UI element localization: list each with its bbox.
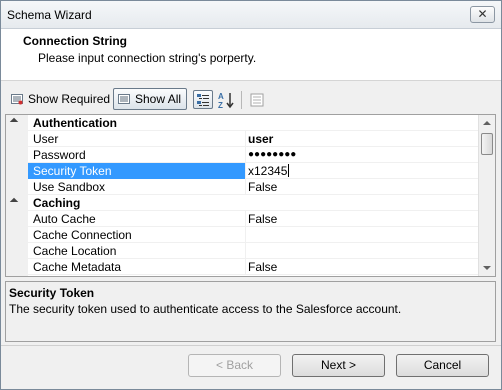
property-name: Security Token <box>33 164 112 178</box>
footer-separator <box>1 345 501 346</box>
category-label: Authentication <box>33 116 117 130</box>
property-row-cache-location[interactable]: Cache Location <box>28 243 480 259</box>
grid-scrollbar[interactable] <box>478 115 495 276</box>
property-value[interactable]: ●●●●●●●● <box>248 149 296 160</box>
schema-wizard-window: Schema Wizard ✕ Connection String Please… <box>0 0 502 390</box>
property-name: User <box>33 132 59 146</box>
categorized-icon <box>197 93 209 106</box>
property-row-user[interactable]: User user <box>28 131 480 147</box>
property-pages-button[interactable] <box>247 90 267 109</box>
property-row-security-token[interactable]: Security Token x12345 <box>28 163 480 179</box>
page-subtitle: Please input connection string's porpert… <box>38 51 257 65</box>
category-caching: Caching <box>28 195 480 211</box>
description-text: The security token used to authenticate … <box>9 302 402 316</box>
property-row-cache-connection[interactable]: Cache Connection <box>28 227 480 243</box>
property-value-editor[interactable]: x12345 <box>248 164 290 178</box>
property-value[interactable]: False <box>248 260 277 274</box>
property-name: Password <box>33 148 86 162</box>
close-icon: ✕ <box>477 7 488 21</box>
grid-gutter <box>6 115 28 276</box>
property-value[interactable]: user <box>248 132 273 146</box>
property-name: Cache Metadata <box>33 260 122 274</box>
title-bar: Schema Wizard ✕ <box>1 1 501 29</box>
scroll-thumb[interactable] <box>481 133 493 155</box>
property-row-password[interactable]: Password ●●●●●●●● <box>28 147 480 163</box>
scroll-down-icon[interactable] <box>483 266 491 270</box>
next-button[interactable]: Next > <box>292 354 385 377</box>
required-list-icon <box>11 94 23 105</box>
property-row-auto-cache[interactable]: Auto Cache False <box>28 211 480 227</box>
back-button[interactable]: < Back <box>188 354 281 377</box>
property-name: Cache Location <box>33 244 117 258</box>
property-toolbar: Show Required Show All A Z <box>1 87 501 113</box>
property-name: Auto Cache <box>33 212 96 226</box>
alphabetical-view-button[interactable]: A Z <box>216 90 236 109</box>
show-required-label: Show Required <box>28 92 111 106</box>
page-title: Connection String <box>23 34 127 48</box>
property-value: x12345 <box>248 164 288 178</box>
description-title: Security Token <box>9 286 95 300</box>
property-pages-icon <box>250 93 264 106</box>
close-button[interactable]: ✕ <box>470 6 495 23</box>
sort-alphabetical-icon: A Z <box>218 92 234 109</box>
category-label: Caching <box>33 196 81 210</box>
show-required-button[interactable]: Show Required <box>11 88 110 110</box>
category-authentication: Authentication <box>28 115 480 131</box>
property-grid[interactable]: Authentication User user Password ●●●●●●… <box>5 114 496 277</box>
svg-text:A: A <box>218 92 224 101</box>
scroll-up-icon[interactable] <box>483 121 491 125</box>
svg-text:Z: Z <box>218 101 223 109</box>
cancel-button[interactable]: Cancel <box>396 354 489 377</box>
description-panel: Security Token The security token used t… <box>5 281 496 342</box>
window-title: Schema Wizard <box>7 8 92 22</box>
text-caret <box>288 164 290 177</box>
wizard-header: Connection String Please input connectio… <box>1 29 501 81</box>
property-value[interactable]: False <box>248 180 277 194</box>
property-row-cache-metadata[interactable]: Cache Metadata False <box>28 259 480 275</box>
categorized-view-button[interactable] <box>193 90 213 109</box>
show-all-label: Show All <box>135 92 182 106</box>
property-row-use-sandbox[interactable]: Use Sandbox False <box>28 179 480 195</box>
all-list-icon <box>118 94 130 104</box>
toolbar-separator <box>241 91 242 109</box>
property-value[interactable]: False <box>248 212 277 226</box>
show-all-button[interactable]: Show All <box>113 88 187 110</box>
property-name: Use Sandbox <box>33 180 106 194</box>
property-name: Cache Connection <box>33 228 132 242</box>
